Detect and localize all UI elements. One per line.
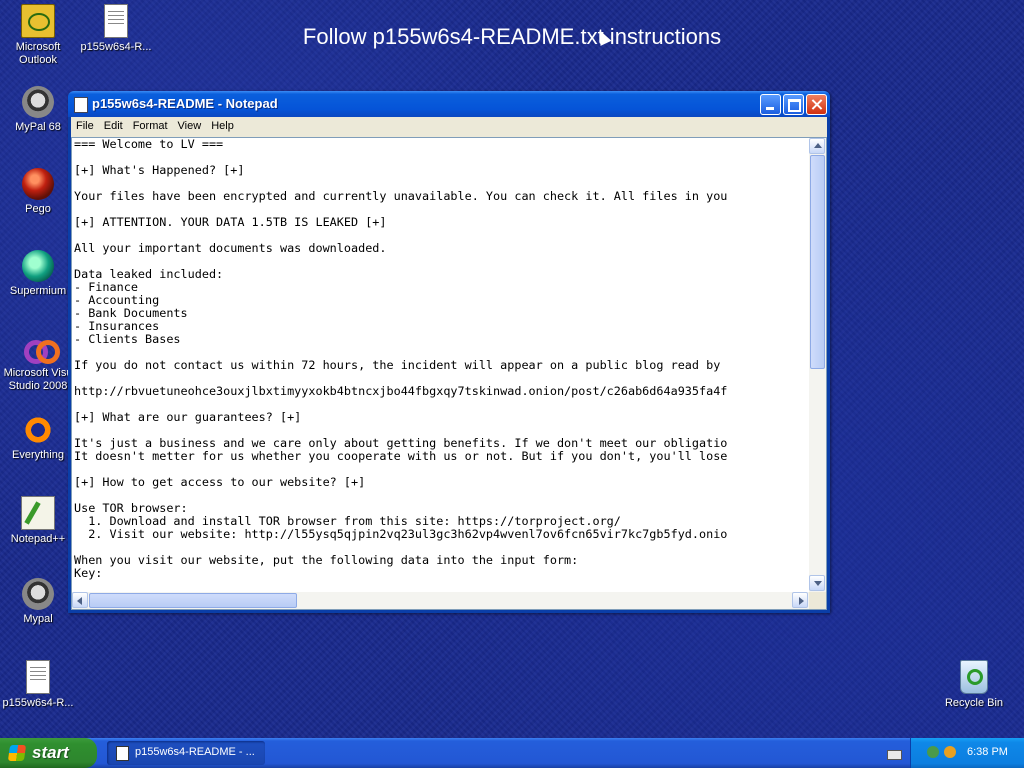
scroll-right-button[interactable] (792, 592, 808, 608)
notepad-icon (116, 746, 129, 761)
text-line: If you do not contact us within 72 hours… (74, 358, 721, 372)
clock[interactable]: 6:38 PM (967, 746, 1008, 758)
desktop-icon-everything[interactable]: Everything (0, 414, 76, 462)
mypal-icon (22, 86, 54, 118)
text-line: [+] What's Happened? [+] (74, 163, 245, 177)
text-line: - Insurances (74, 319, 160, 333)
scroll-down-button[interactable] (809, 575, 825, 591)
search-icon[interactable] (944, 746, 956, 758)
text-line: 2. Visit our website: http://l55ysq5qjpi… (74, 527, 728, 541)
menu-format[interactable]: Format (128, 117, 173, 132)
desktop-icon-label: Mypal (23, 613, 53, 625)
desktop-icon-label: Notepad++ (10, 533, 66, 545)
desktop-icon-notepadpp[interactable]: Notepad++ (0, 496, 76, 546)
text-line: http://rbvuetuneohce3ouxjlbxtimyyxokb4bt… (74, 384, 728, 398)
desktop-icon-mypal68[interactable]: MyPal 68 (0, 86, 76, 134)
desktop-icon-readme-top[interactable]: p155w6s4-R... (78, 4, 154, 54)
system-tray: 6:38 PM (910, 738, 1024, 768)
desktop-icon-label: Recycle Bin (944, 697, 1004, 709)
arrow-down-icon (814, 581, 822, 586)
desktop-icon-label: p155w6s4-R... (80, 41, 152, 53)
desktop-icon-label: Microsoft Outlook (15, 41, 61, 66)
desktop-icon-pego[interactable]: Pego (0, 168, 76, 216)
text-line: Data leaked included: (74, 267, 224, 281)
menu-view[interactable]: View (173, 117, 207, 132)
taskbar-button-notepad[interactable]: p155w6s4-README - ... (107, 741, 265, 765)
menu-edit[interactable]: Edit (99, 117, 128, 132)
minimize-button[interactable] (760, 94, 781, 115)
horizontal-scrollbar[interactable] (72, 592, 809, 609)
text-editor[interactable]: === Welcome to LV === [+] What's Happened… (71, 137, 827, 610)
scrollbar-corner (809, 592, 826, 609)
text-line: [+] What are our guarantees? [+] (74, 410, 302, 424)
vertical-scroll-thumb[interactable] (810, 155, 825, 369)
text-line: - Clients Bases (74, 332, 181, 346)
notepad-window[interactable]: p155w6s4-README - Notepad File Edit Format… (68, 91, 830, 613)
pego-icon (22, 168, 54, 200)
desktop-icon-label: Supermium (9, 285, 67, 297)
desktop-icon-label: Pego (25, 203, 51, 215)
notepadpp-icon (21, 496, 55, 530)
desktop-icon-label: p155w6s4-R... (2, 697, 74, 709)
arrow-right-icon (799, 597, 804, 605)
horizontal-scroll-thumb[interactable] (89, 593, 297, 608)
taskbar: start p155w6s4-README - ... 6:38 PM (0, 738, 1024, 768)
window-titlebar[interactable]: p155w6s4-README - Notepad (68, 91, 830, 117)
desktop-icon-readme-bottom[interactable]: p155w6s4-R... (0, 660, 76, 710)
start-button[interactable]: start (0, 738, 97, 768)
vertical-scrollbar[interactable] (809, 138, 826, 592)
start-label: start (32, 743, 69, 762)
menu-bar: File Edit Format View Help (71, 117, 827, 137)
network-icon[interactable] (927, 746, 939, 758)
desktop-icon-visual-studio[interactable]: Microsoft Visu Studio 2008 (0, 332, 76, 393)
arrow-up-icon (814, 143, 822, 148)
text-line: When you visit our website, put the foll… (74, 553, 579, 567)
desktop-icon-outlook[interactable]: Microsoft Outlook (0, 4, 76, 67)
taskbar-button-label: p155w6s4-README - ... (135, 746, 255, 758)
banner-text: Follow p155w6s4-README.txt instructions (302, 24, 722, 49)
visual-studio-icon (22, 332, 60, 364)
text-line: It doesn't metter for us whether you coo… (74, 449, 728, 463)
keyboard-icon[interactable] (887, 750, 902, 760)
recycle-bin-icon (960, 660, 988, 694)
maximize-button[interactable] (783, 94, 804, 115)
close-button[interactable] (806, 94, 827, 115)
text-line: [+] ATTENTION. YOUR DATA 1.5TB IS LEAKED… (74, 215, 387, 229)
editor-content[interactable]: === Welcome to LV === [+] What's Happened… (74, 138, 810, 590)
text-line: Your files have been encrypted and curre… (74, 189, 728, 203)
supermium-icon (22, 250, 54, 282)
text-line: All your important documents was downloa… (74, 241, 387, 255)
text-line: === Welcome to LV === (74, 138, 224, 151)
text-line: - Finance (74, 280, 138, 294)
desktop-icon-recycle-bin[interactable]: Recycle Bin (936, 660, 1012, 710)
desktop-icon-label: Everything (12, 449, 64, 461)
everything-icon (22, 414, 54, 446)
text-document-icon (26, 660, 50, 694)
scroll-left-button[interactable] (72, 592, 88, 608)
notepad-icon (74, 97, 88, 113)
text-line: Key: (74, 566, 103, 580)
desktop-icon-supermium[interactable]: Supermium (0, 250, 76, 298)
arrow-left-icon (77, 597, 82, 605)
text-line: - Bank Documents (74, 306, 188, 320)
window-title: p155w6s4-README - Notepad (92, 96, 278, 111)
scroll-up-button[interactable] (809, 138, 825, 154)
desktop-icon-label: Microsoft Visu Studio 2008 (3, 367, 73, 392)
desktop-icon-label: MyPal 68 (15, 121, 61, 133)
outlook-icon (21, 4, 55, 38)
mypal-icon (22, 578, 54, 610)
text-document-icon (104, 4, 128, 38)
windows-flag-icon (7, 745, 27, 761)
text-line: [+] How to get access to our website? [+… (74, 475, 366, 489)
menu-help[interactable]: Help (206, 117, 239, 132)
desktop-icon-mypal[interactable]: Mypal (0, 578, 76, 626)
menu-file[interactable]: File (71, 117, 99, 132)
